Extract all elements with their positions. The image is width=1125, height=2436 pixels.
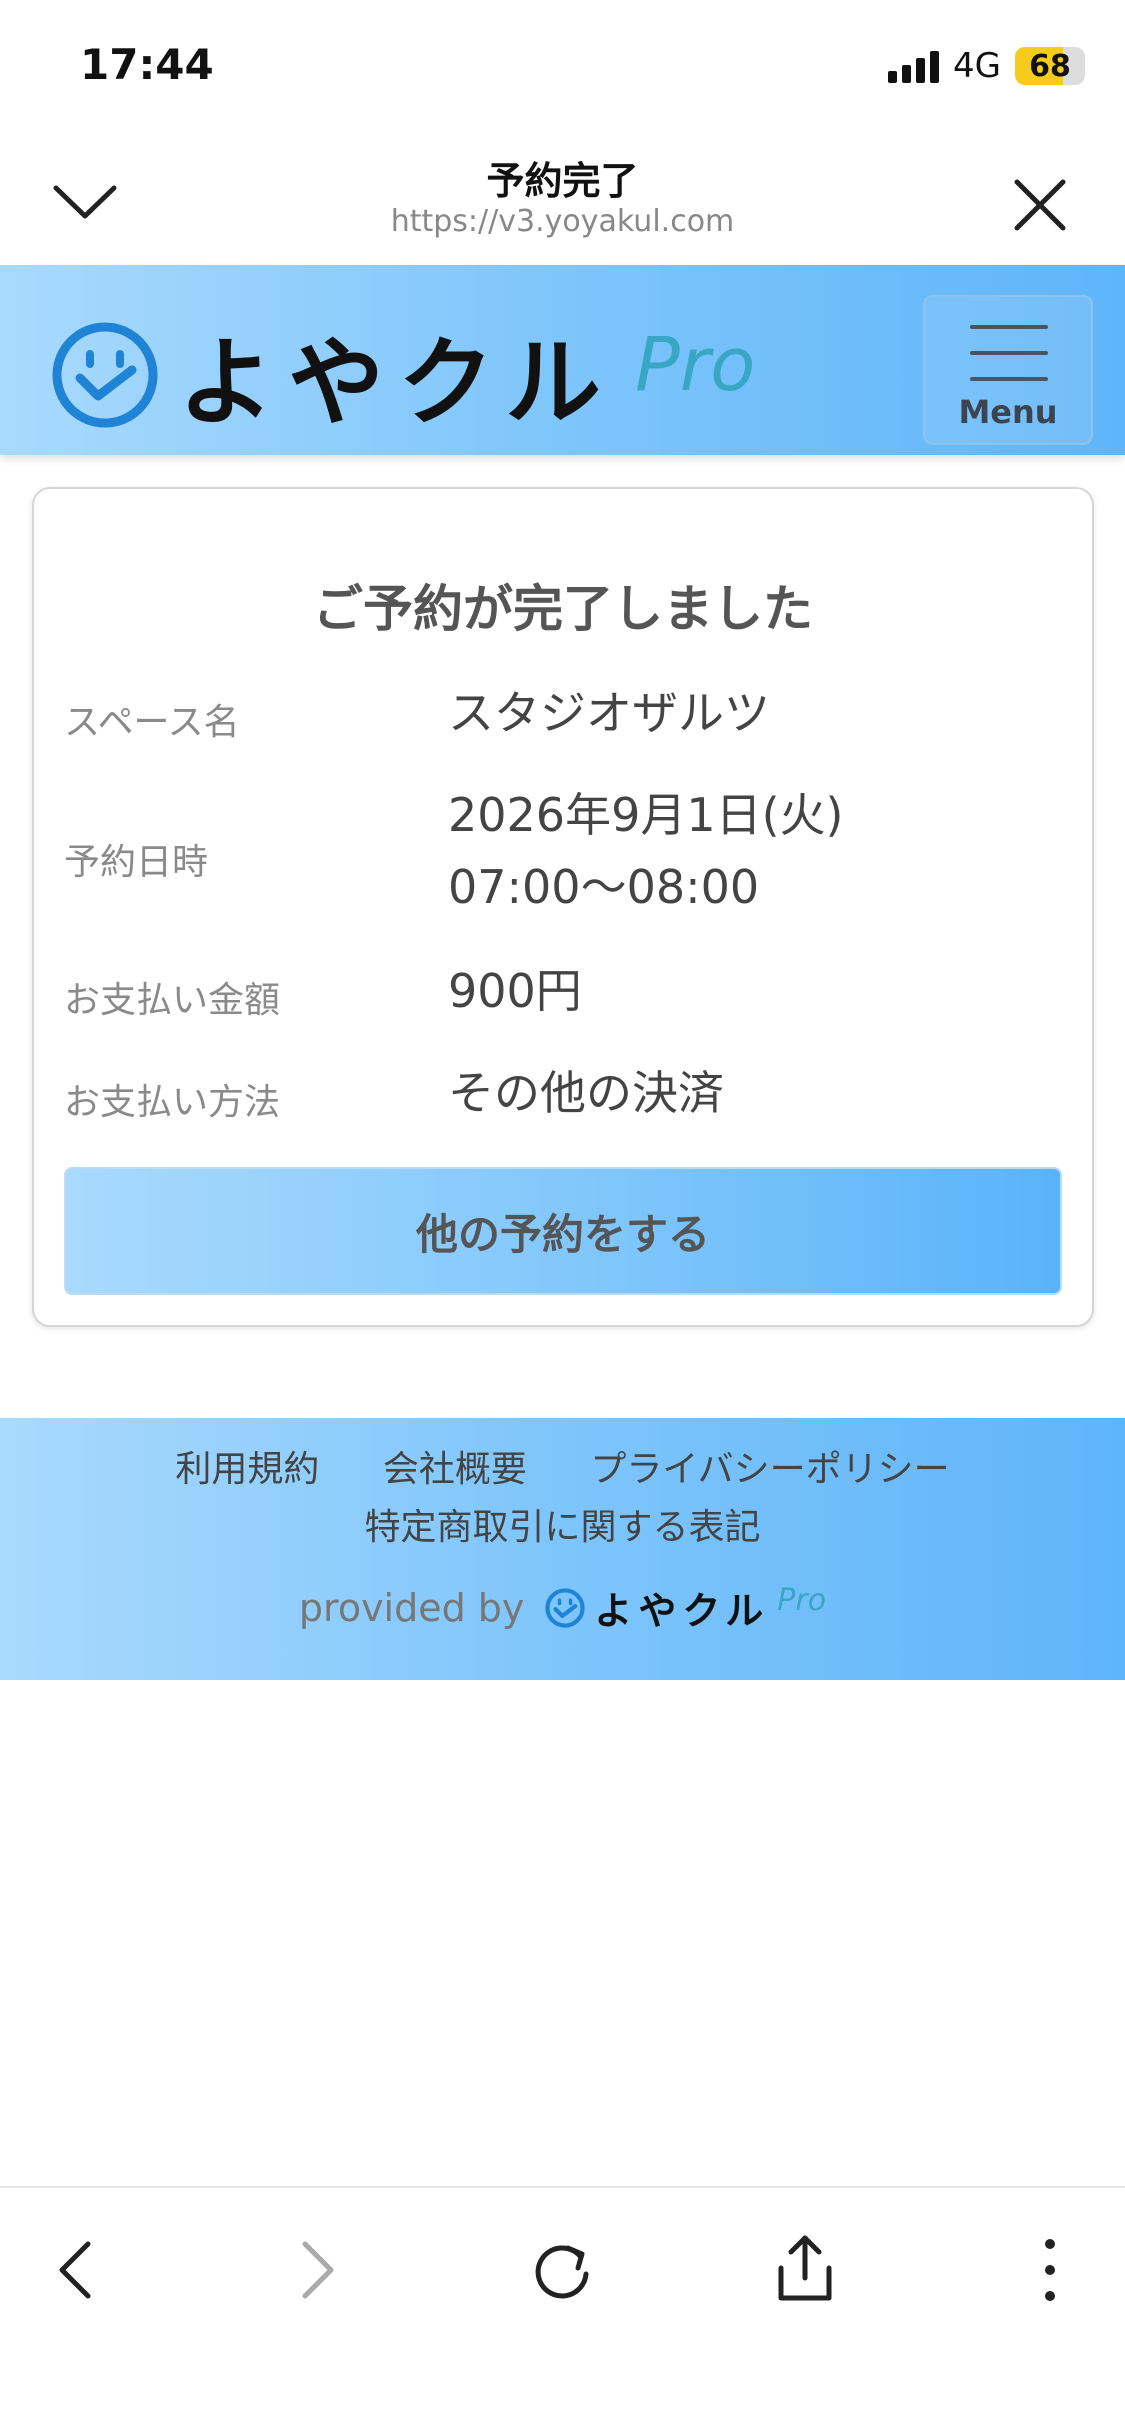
page-title: 予約完了	[486, 159, 639, 203]
logo-text: よやクル	[178, 327, 616, 439]
row-label: スペース名	[64, 702, 240, 743]
row-value-time: 07:00〜08:00	[448, 860, 760, 914]
back-icon[interactable]	[36, 2230, 116, 2310]
browser-bottom-bar	[0, 2186, 1125, 2436]
more-icon[interactable]	[1010, 2230, 1090, 2310]
card-title: ご予約が完了しました	[313, 580, 813, 638]
footer-logo-pro: Pro	[777, 1583, 827, 1618]
row-value-date: 2026年9月1日(火)	[448, 788, 844, 842]
share-icon[interactable]	[765, 2230, 845, 2310]
hamburger-icon	[970, 325, 1048, 403]
status-bar: 17:44 4G 68	[0, 0, 1125, 130]
close-icon[interactable]	[1005, 170, 1075, 240]
row-label: 予約日時	[64, 842, 209, 883]
menu-button[interactable]: Menu	[923, 295, 1093, 445]
row-label: お支払い金額	[64, 980, 281, 1021]
footer-link-commerce[interactable]: 特定商取引に関する表記	[0, 1498, 1125, 1550]
provided-by-label: provided by	[298, 1585, 525, 1630]
row-label: お支払い方法	[64, 1082, 281, 1123]
forward-icon[interactable]	[277, 2230, 357, 2310]
browser-top-bar: 予約完了 https://v3.yoyakul.com	[0, 130, 1125, 265]
row-value: その他の決済	[448, 1066, 724, 1120]
site-header: よやクル Pro Menu	[0, 265, 1125, 455]
signal-icon	[888, 49, 940, 83]
footer-logo-text: よやクル	[594, 1589, 770, 1633]
footer-logo[interactable]: よやクル Pro	[544, 1580, 826, 1635]
menu-label: Menu	[958, 393, 1058, 431]
reservation-complete-card: ご予約が完了しました スペース名 スタジオザルツ 予約日時 2026年9月1日(…	[32, 487, 1094, 1327]
footer-link-terms[interactable]: 利用規約	[175, 1449, 319, 1490]
row-value: 900円	[448, 964, 582, 1018]
footer-link-company[interactable]: 会社概要	[383, 1449, 527, 1490]
site-footer: 利用規約 会社概要 プライバシーポリシー 特定商取引に関する表記 provide…	[0, 1418, 1125, 1680]
footer-link-privacy[interactable]: プライバシーポリシー	[590, 1449, 949, 1490]
logo-pro: Pro	[635, 321, 756, 408]
footer-links: 利用規約 会社概要 プライバシーポリシー	[0, 1440, 1125, 1492]
status-indicators: 4G 68	[888, 46, 1085, 86]
site-logo[interactable]: よやクル Pro	[50, 305, 755, 444]
provided-by: provided by よやクル Pro	[0, 1580, 1125, 1635]
page-url[interactable]: https://v3.yoyakul.com	[0, 204, 1125, 239]
reload-icon[interactable]	[522, 2230, 602, 2310]
smiley-check-icon	[545, 1587, 586, 1628]
make-another-reservation-button[interactable]: 他の予約をする	[64, 1167, 1062, 1295]
battery-percent: 68	[1029, 48, 1071, 84]
network-type: 4G	[953, 46, 1001, 86]
status-time: 17:44	[80, 40, 214, 89]
smiley-check-icon	[52, 322, 158, 427]
battery-icon: 68	[1015, 47, 1085, 85]
row-value: スタジオザルツ	[448, 686, 770, 740]
